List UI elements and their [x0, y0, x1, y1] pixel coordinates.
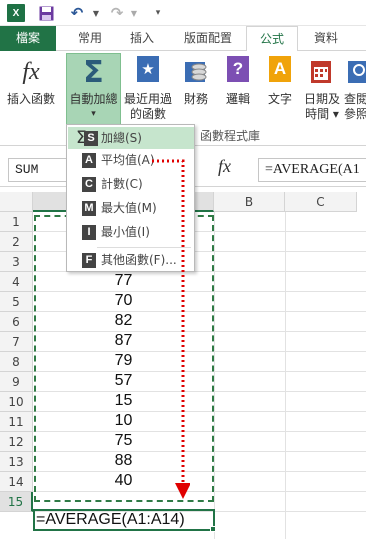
row-header-7[interactable]: 7 — [0, 332, 33, 352]
key-tip-i: I — [82, 225, 96, 240]
row-header-15[interactable]: 15 — [0, 492, 33, 512]
lookup-label-1: 查閱 — [344, 92, 366, 106]
financial-button[interactable]: 財務 — [176, 54, 216, 126]
title-bar: X ↶ ▼ ↷ ▼ ▾ — [0, 0, 366, 26]
row-header-12[interactable]: 12 — [0, 432, 33, 452]
cell-a15[interactable]: =AVERAGE(A1:A14) — [36, 511, 214, 529]
calendar-icon — [307, 56, 337, 88]
menu-item-sum-label: 加總(S) — [101, 131, 142, 145]
text-book-icon: A — [269, 56, 291, 82]
key-tip-c: C — [82, 177, 96, 192]
menu-item-sum[interactable]: Σ S 加總(S) — [68, 127, 194, 149]
customize-toolbar-icon[interactable]: ▾ — [152, 4, 164, 22]
logical-label: 邏輯 — [225, 92, 250, 106]
select-all-corner[interactable] — [0, 192, 33, 212]
logical-button[interactable]: ? 邏輯 — [218, 54, 258, 126]
chevron-down-icon: ▾ — [91, 109, 96, 119]
redo-icon[interactable]: ↷ — [108, 4, 126, 22]
fx-icon: fx — [22, 58, 40, 85]
insert-function-button[interactable]: fx 插入函數 — [2, 54, 60, 126]
row-header-9[interactable]: 9 — [0, 372, 33, 392]
menu-item-max-label: 最大值(M) — [101, 201, 157, 215]
recently-used-button[interactable]: ★ 最近用過 的函數 — [120, 54, 176, 126]
menu-item-count-label: 計數(C) — [101, 177, 143, 191]
lookup-reference-button[interactable]: 查閱 參照 — [342, 54, 366, 126]
row-header-8[interactable]: 8 — [0, 352, 33, 372]
menu-item-average-label: 平均值(A) — [101, 153, 155, 167]
excel-icon[interactable]: X — [7, 4, 25, 22]
datetime-label-2: 時間 ▾ — [305, 107, 339, 121]
row-header-5[interactable]: 5 — [0, 292, 33, 312]
menu-item-min-label: 最小值(I) — [101, 225, 150, 239]
key-tip-m: M — [82, 201, 96, 216]
tab-file[interactable]: 檔案 — [0, 26, 56, 51]
date-time-button[interactable]: 日期及 時間 ▾ — [300, 54, 344, 126]
recent-label-2: 的函數 — [129, 107, 166, 121]
row-header-1[interactable]: 1 — [0, 212, 33, 232]
function-library-group-label: 函數程式庫 — [200, 129, 261, 143]
key-tip-s: S — [84, 131, 98, 146]
undo-dropdown-icon[interactable]: ▼ — [92, 4, 100, 22]
row-header-2[interactable]: 2 — [0, 232, 33, 252]
datetime-label-1: 日期及 — [303, 92, 340, 106]
tab-data[interactable]: 資料 — [304, 26, 348, 51]
row-header-10[interactable]: 10 — [0, 392, 33, 412]
text-button[interactable]: A 文字 — [260, 54, 300, 126]
autosum-button[interactable]: Σ 自動加總 ▾ — [66, 53, 121, 127]
lookup-label-2: 參照 — [344, 107, 366, 121]
insert-function-label: 插入函數 — [6, 92, 55, 106]
column-header-c[interactable]: C — [285, 192, 357, 212]
row-header-11[interactable]: 11 — [0, 412, 33, 432]
undo-icon[interactable]: ↶ — [68, 4, 86, 22]
save-icon[interactable] — [38, 4, 54, 22]
key-tip-a: A — [82, 153, 96, 168]
column-gridline — [285, 212, 286, 539]
key-tip-f: F — [82, 253, 96, 268]
tab-page-layout[interactable]: 版面配置 — [172, 26, 244, 51]
ribbon-tabs: 檔案 常用 插入 版面配置 公式 資料 — [0, 26, 366, 52]
sigma-icon: Σ — [83, 54, 104, 90]
redo-dropdown-icon[interactable]: ▼ — [130, 4, 138, 22]
annotation-arrow — [152, 159, 190, 499]
coins-icon — [181, 56, 211, 88]
row-header-14[interactable]: 14 — [0, 472, 33, 492]
financial-label: 財務 — [183, 92, 208, 106]
fill-handle[interactable] — [210, 526, 216, 532]
row-header-3[interactable]: 3 — [0, 252, 33, 272]
column-header-b[interactable]: B — [214, 192, 285, 212]
row-header-13[interactable]: 13 — [0, 452, 33, 472]
tab-home[interactable]: 常用 — [68, 26, 112, 51]
row-header-6[interactable]: 6 — [0, 312, 33, 332]
insert-function-fx-icon[interactable]: fx — [218, 156, 231, 177]
tab-formulas[interactable]: 公式 — [246, 26, 298, 52]
column-gridline — [214, 212, 215, 539]
tab-insert[interactable]: 插入 — [120, 26, 164, 51]
star-book-icon: ★ — [137, 56, 159, 82]
formula-input[interactable]: =AVERAGE(A1 — [258, 158, 366, 182]
recent-label-1: 最近用過 — [123, 92, 172, 106]
text-label: 文字 — [267, 92, 292, 106]
magnifier-book-icon — [347, 56, 366, 88]
question-book-icon: ? — [227, 56, 249, 82]
row-header-4[interactable]: 4 — [0, 272, 33, 292]
autosum-label: 自動加總 — [69, 92, 118, 106]
